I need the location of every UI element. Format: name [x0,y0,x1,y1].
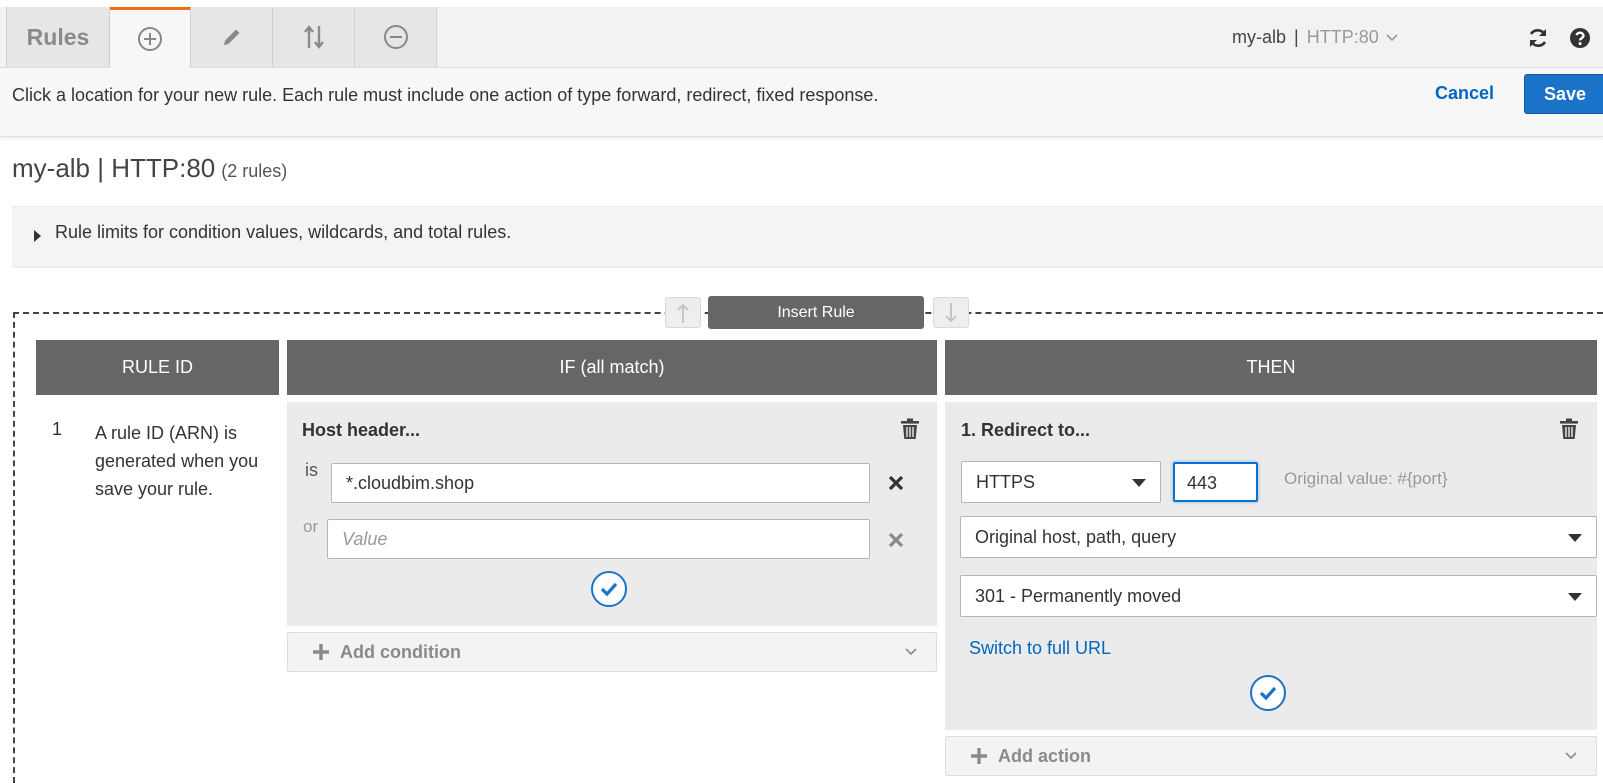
confirm-condition-button[interactable] [591,571,627,607]
check-icon [600,582,618,597]
dropdown-arrow-icon [1568,593,1582,601]
sort-arrows-icon [303,25,324,49]
remove-value-button[interactable] [888,475,904,496]
host-path-query-select[interactable]: Original host, path, query [960,516,1597,558]
instruction-text: Click a location for your new rule. Each… [12,85,879,105]
plus-icon [313,644,329,660]
move-up-button[interactable] [665,297,701,328]
port-input[interactable]: 443 [1173,462,1258,502]
action-title: 1. Redirect to... [961,420,1091,440]
rule-count: (2 rules) [221,161,288,181]
arrow-up-icon [677,303,689,323]
help-button[interactable] [1569,27,1591,54]
add-action-button[interactable]: Add action [945,736,1597,776]
delete-action-button[interactable] [1559,418,1579,445]
pencil-icon [223,29,239,45]
reorder-rules-tab[interactable] [273,7,355,67]
original-port-note: Original value: #{port} [1284,469,1448,488]
refresh-icon [1529,29,1547,47]
dropdown-arrow-icon [1568,534,1582,542]
check-icon [1259,686,1277,701]
plus-icon [971,748,987,764]
status-code-select[interactable]: 301 - Permanently moved [960,575,1597,617]
save-button[interactable]: Save [1524,74,1603,114]
if-header: IF (all match) [287,340,937,395]
delete-condition-button[interactable] [900,418,920,445]
condition-title: Host header... [302,420,421,440]
host-path-query-value: Original host, path, query [975,527,1177,547]
add-action-label: Add action [998,746,1091,766]
listener-selector[interactable]: my-alb | HTTP:80 [1232,7,1399,67]
move-down-button[interactable] [933,297,969,328]
switch-to-full-url-link[interactable]: Switch to full URL [969,638,1111,659]
listener-title: my-alb | HTTP:80 [12,153,216,183]
listener-separator: | [1294,26,1299,47]
rule-id-header: RULE ID [36,340,279,395]
or-label: or [303,517,319,536]
listener-port: HTTP:80 [1306,26,1379,47]
rule-limits-expander[interactable]: Rule limits for condition values, wildca… [12,206,1603,268]
trash-icon [1560,418,1578,439]
add-condition-label: Add condition [340,642,461,662]
rule-limits-text: Rule limits for condition values, wildca… [55,222,512,242]
close-icon [888,475,904,491]
insert-area-border-left [13,312,15,783]
close-icon [888,532,904,548]
rules-toolbar: Rules my-alb | HTTP:80 [0,7,1603,68]
status-code-value: 301 - Permanently moved [975,586,1182,606]
cancel-button[interactable]: Cancel [1435,83,1494,104]
caret-right-icon [34,230,41,242]
protocol-value: HTTPS [976,472,1036,492]
additional-value-input[interactable]: Value [327,519,870,559]
arrow-down-icon [945,302,957,322]
then-header: THEN [945,340,1597,395]
minus-circle-icon [383,25,408,49]
dropdown-arrow-icon [1132,479,1146,487]
refresh-button[interactable] [1527,27,1549,54]
page-title: my-alb | HTTP:80 (2 rules) [12,153,287,184]
protocol-select[interactable]: HTTPS [961,461,1161,503]
trash-icon [901,418,919,439]
plus-circle-icon [138,27,162,51]
is-label: is [305,460,318,480]
chevron-down-icon [1565,752,1577,760]
confirm-action-button[interactable] [1250,675,1286,711]
edit-rules-tab[interactable] [191,7,273,67]
action-panel: 1. Redirect to... HTTPS 443 Original val… [945,402,1597,730]
listener-name: my-alb [1232,26,1287,47]
add-rules-tab[interactable] [110,7,191,68]
rules-tab[interactable]: Rules [6,7,110,67]
chevron-down-icon [1386,34,1398,42]
host-header-value-input[interactable]: *.cloudbim.shop [331,463,870,503]
condition-panel: Host header... is *.cloudbim.shop or Val… [287,402,937,626]
help-icon [1570,28,1590,48]
chevron-down-icon [905,648,917,656]
insert-rule-button[interactable]: Insert Rule [708,296,924,329]
remove-empty-value-button[interactable] [888,532,904,553]
rule-number: 1 [52,419,63,439]
instruction-bar: Click a location for your new rule. Each… [0,68,1603,137]
add-condition-button[interactable]: Add condition [287,632,937,672]
rule-id-description: A rule ID (ARN) is generated when you sa… [95,423,259,499]
delete-rules-tab[interactable] [355,7,437,67]
